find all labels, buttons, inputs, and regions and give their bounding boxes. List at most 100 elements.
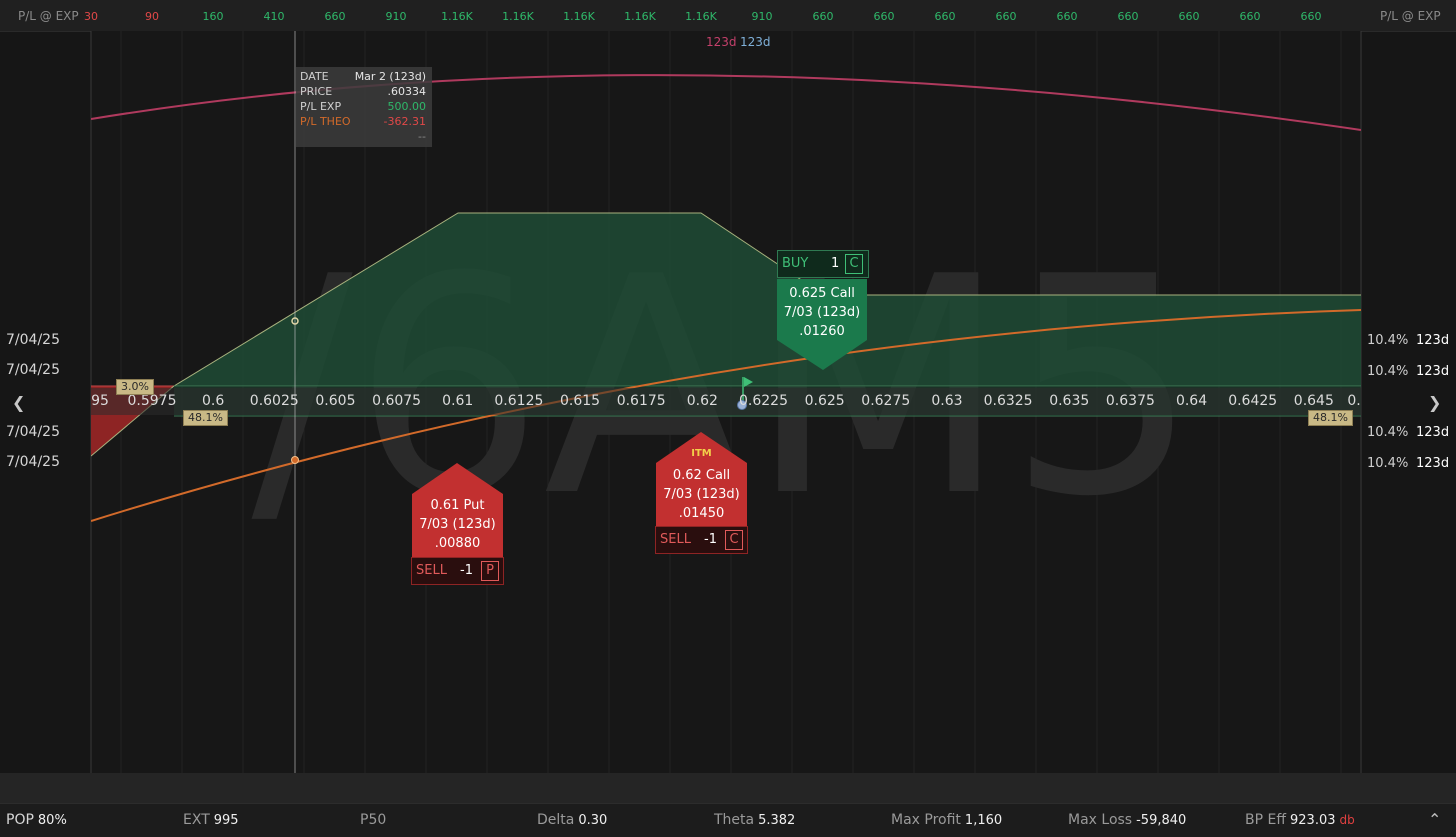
sell-call-price: .01450 xyxy=(678,506,725,521)
buy-call-price: .01260 xyxy=(799,324,845,339)
sell-call-action: SELL xyxy=(660,532,691,547)
p50-stat: P50 xyxy=(360,812,387,828)
curve-label-b: 123d xyxy=(740,35,771,49)
price-tick-label: 0.6175 xyxy=(616,393,666,409)
left-date-2: 7/04/25 xyxy=(6,362,60,378)
header-pl-value: 660 xyxy=(995,10,1017,23)
buy-call-strike: 0.625 Call xyxy=(789,286,855,301)
tooltip-price-row: PRICE .60334 xyxy=(300,85,426,98)
price-tick-label: 0.64 xyxy=(1175,393,1208,409)
sell-call-itm-tag: ITM xyxy=(691,448,712,459)
header-pl-value: 660 xyxy=(1117,10,1139,23)
scroll-right-icon[interactable]: ❯ xyxy=(1428,393,1441,412)
buy-call-expiry: 7/03 (123d) xyxy=(783,305,861,320)
sell-put-expiry: 7/03 (123d) xyxy=(419,517,496,532)
header-pl-value: 410 xyxy=(263,10,285,23)
tooltip-pltheo-row: P/L THEO -362.31 xyxy=(300,115,426,128)
price-tick-label: 0.62 xyxy=(686,393,718,409)
sell-put-card[interactable]: 0.61 Put 7/03 (123d) .00880 xyxy=(412,496,503,553)
header-pl-value: 660 xyxy=(324,10,346,23)
ext-stat: EXT 995 xyxy=(183,812,239,828)
right-days-3: 123d xyxy=(1416,425,1450,440)
header-pl-value: 90 xyxy=(145,10,159,23)
header-pl-value: 30 xyxy=(84,10,98,23)
scroll-left-icon[interactable]: ❮ xyxy=(12,393,25,412)
badge-bottom-left: 48.1% xyxy=(183,410,228,426)
curve-label-a: 123d xyxy=(706,35,737,49)
date-scroll-strip[interactable] xyxy=(0,773,1456,803)
sell-put-qty: -1 xyxy=(460,563,473,578)
sell-put-strike: 0.61 Put xyxy=(430,498,485,513)
max-profit-stat: Max Profit 1,160 xyxy=(891,812,1003,828)
buy-call-action: BUY xyxy=(782,256,809,271)
summary-bar: POP 80% EXT 995 P50 Delta 0.30 Theta 5.382 M… xyxy=(0,803,1456,837)
price-tick-label: 0. xyxy=(1347,393,1361,409)
header-pl-value: 1.16K xyxy=(563,10,595,23)
expand-panel-icon[interactable]: ⌃ xyxy=(1428,810,1441,829)
sell-put-type[interactable]: P xyxy=(481,561,499,581)
left-date-1: 7/04/25 xyxy=(6,332,60,348)
header-pl-value: 1.16K xyxy=(441,10,473,23)
header-pl-value: 660 xyxy=(873,10,895,23)
price-tick-label: 0.63 xyxy=(931,393,963,409)
header-pl-value: 1.16K xyxy=(624,10,656,23)
sell-put-price: .00880 xyxy=(434,536,481,551)
left-date-4: 7/04/25 xyxy=(6,454,60,470)
header-pl-value: 660 xyxy=(1056,10,1078,23)
sell-call-card[interactable]: 0.62 Call 7/03 (123d) .01450 xyxy=(656,466,747,523)
right-pct-3: 10.4% xyxy=(1367,425,1409,440)
price-tick-label: 0.615 xyxy=(560,393,601,409)
sell-put-order-bar[interactable]: SELL -1 P xyxy=(411,557,504,585)
right-days-2: 123d xyxy=(1416,364,1450,379)
header-right-label: P/L @ EXP xyxy=(1380,9,1441,23)
header-pl-value: 660 xyxy=(1239,10,1261,23)
badge-top-left: 3.0% xyxy=(116,379,154,395)
price-tick-label: 0.635 xyxy=(1049,393,1090,409)
tooltip-date-row: DATE Mar 2 (123d) xyxy=(300,70,426,83)
risk-graph[interactable]: /6AM5 DATEMar 2 (123d) PRICE.60334 P/L E… xyxy=(0,31,1456,773)
header-pl-value: 910 xyxy=(385,10,407,23)
right-pct-4: 10.4% xyxy=(1367,456,1409,471)
price-tick-label: 0.605 xyxy=(315,393,356,409)
crosshair-theo-marker xyxy=(291,456,299,464)
header-pl-value: 160 xyxy=(202,10,224,23)
sell-call-order-bar[interactable]: SELL -1 C xyxy=(655,526,748,554)
theta-stat: Theta 5.382 xyxy=(714,812,796,828)
header-pl-value: 910 xyxy=(751,10,773,23)
sell-put-action: SELL xyxy=(416,563,447,578)
max-loss-stat: Max Loss -59,840 xyxy=(1068,812,1187,828)
buy-call-card[interactable]: 0.625 Call 7/03 (123d) .01260 xyxy=(777,284,867,341)
header-pl-value: 660 xyxy=(812,10,834,23)
header-pl-value: 660 xyxy=(1300,10,1322,23)
right-pct-2: 10.4% xyxy=(1367,364,1409,379)
header-pl-value: 1.16K xyxy=(685,10,717,23)
price-tick-label: 0.6075 xyxy=(372,393,422,409)
header-pl-value: 660 xyxy=(934,10,956,23)
bp-eff-stat: BP Eff 923.03 db xyxy=(1245,812,1355,828)
price-tick-label: 0.6 xyxy=(202,393,225,409)
price-tick-label: 0.5975 xyxy=(127,393,177,409)
tooltip-extra-row: -- xyxy=(418,130,426,143)
badge-bottom-right: 48.1% xyxy=(1308,410,1353,426)
buy-call-qty: 1 xyxy=(831,256,840,271)
left-date-3: 7/04/25 xyxy=(6,424,60,440)
right-days-1: 123d xyxy=(1416,333,1450,348)
pl-exp-header: P/L @ EXP 30 90 160 410 660 910 1.16K 1.16K 1.16… xyxy=(0,0,1456,32)
price-tick-label: 0.6425 xyxy=(1228,393,1278,409)
right-pct-1: 10.4% xyxy=(1367,333,1409,348)
header-pl-value: 1.16K xyxy=(502,10,534,23)
price-tick-label: 0.6125 xyxy=(494,393,544,409)
price-tick-label: 95 xyxy=(91,393,109,409)
price-tick-label: 0.61 xyxy=(442,393,474,409)
crosshair-tooltip: DATE Mar 2 (123d) PRICE .60334 P/L EXP 500.… xyxy=(296,67,432,147)
header-pl-value: 660 xyxy=(1178,10,1200,23)
price-tick-label: 0.6375 xyxy=(1105,393,1155,409)
price-tick-label: 0.6275 xyxy=(861,393,911,409)
price-tick-label: 0.6025 xyxy=(249,393,299,409)
sell-call-strike: 0.62 Call xyxy=(672,468,731,483)
right-days-4: 123d xyxy=(1416,456,1450,471)
buy-call-order-bar[interactable]: BUY 1 C xyxy=(777,250,869,278)
sell-call-type[interactable]: C xyxy=(725,530,743,550)
buy-call-type[interactable]: C xyxy=(845,254,863,274)
price-tick-label: 0.6225 xyxy=(739,393,788,409)
